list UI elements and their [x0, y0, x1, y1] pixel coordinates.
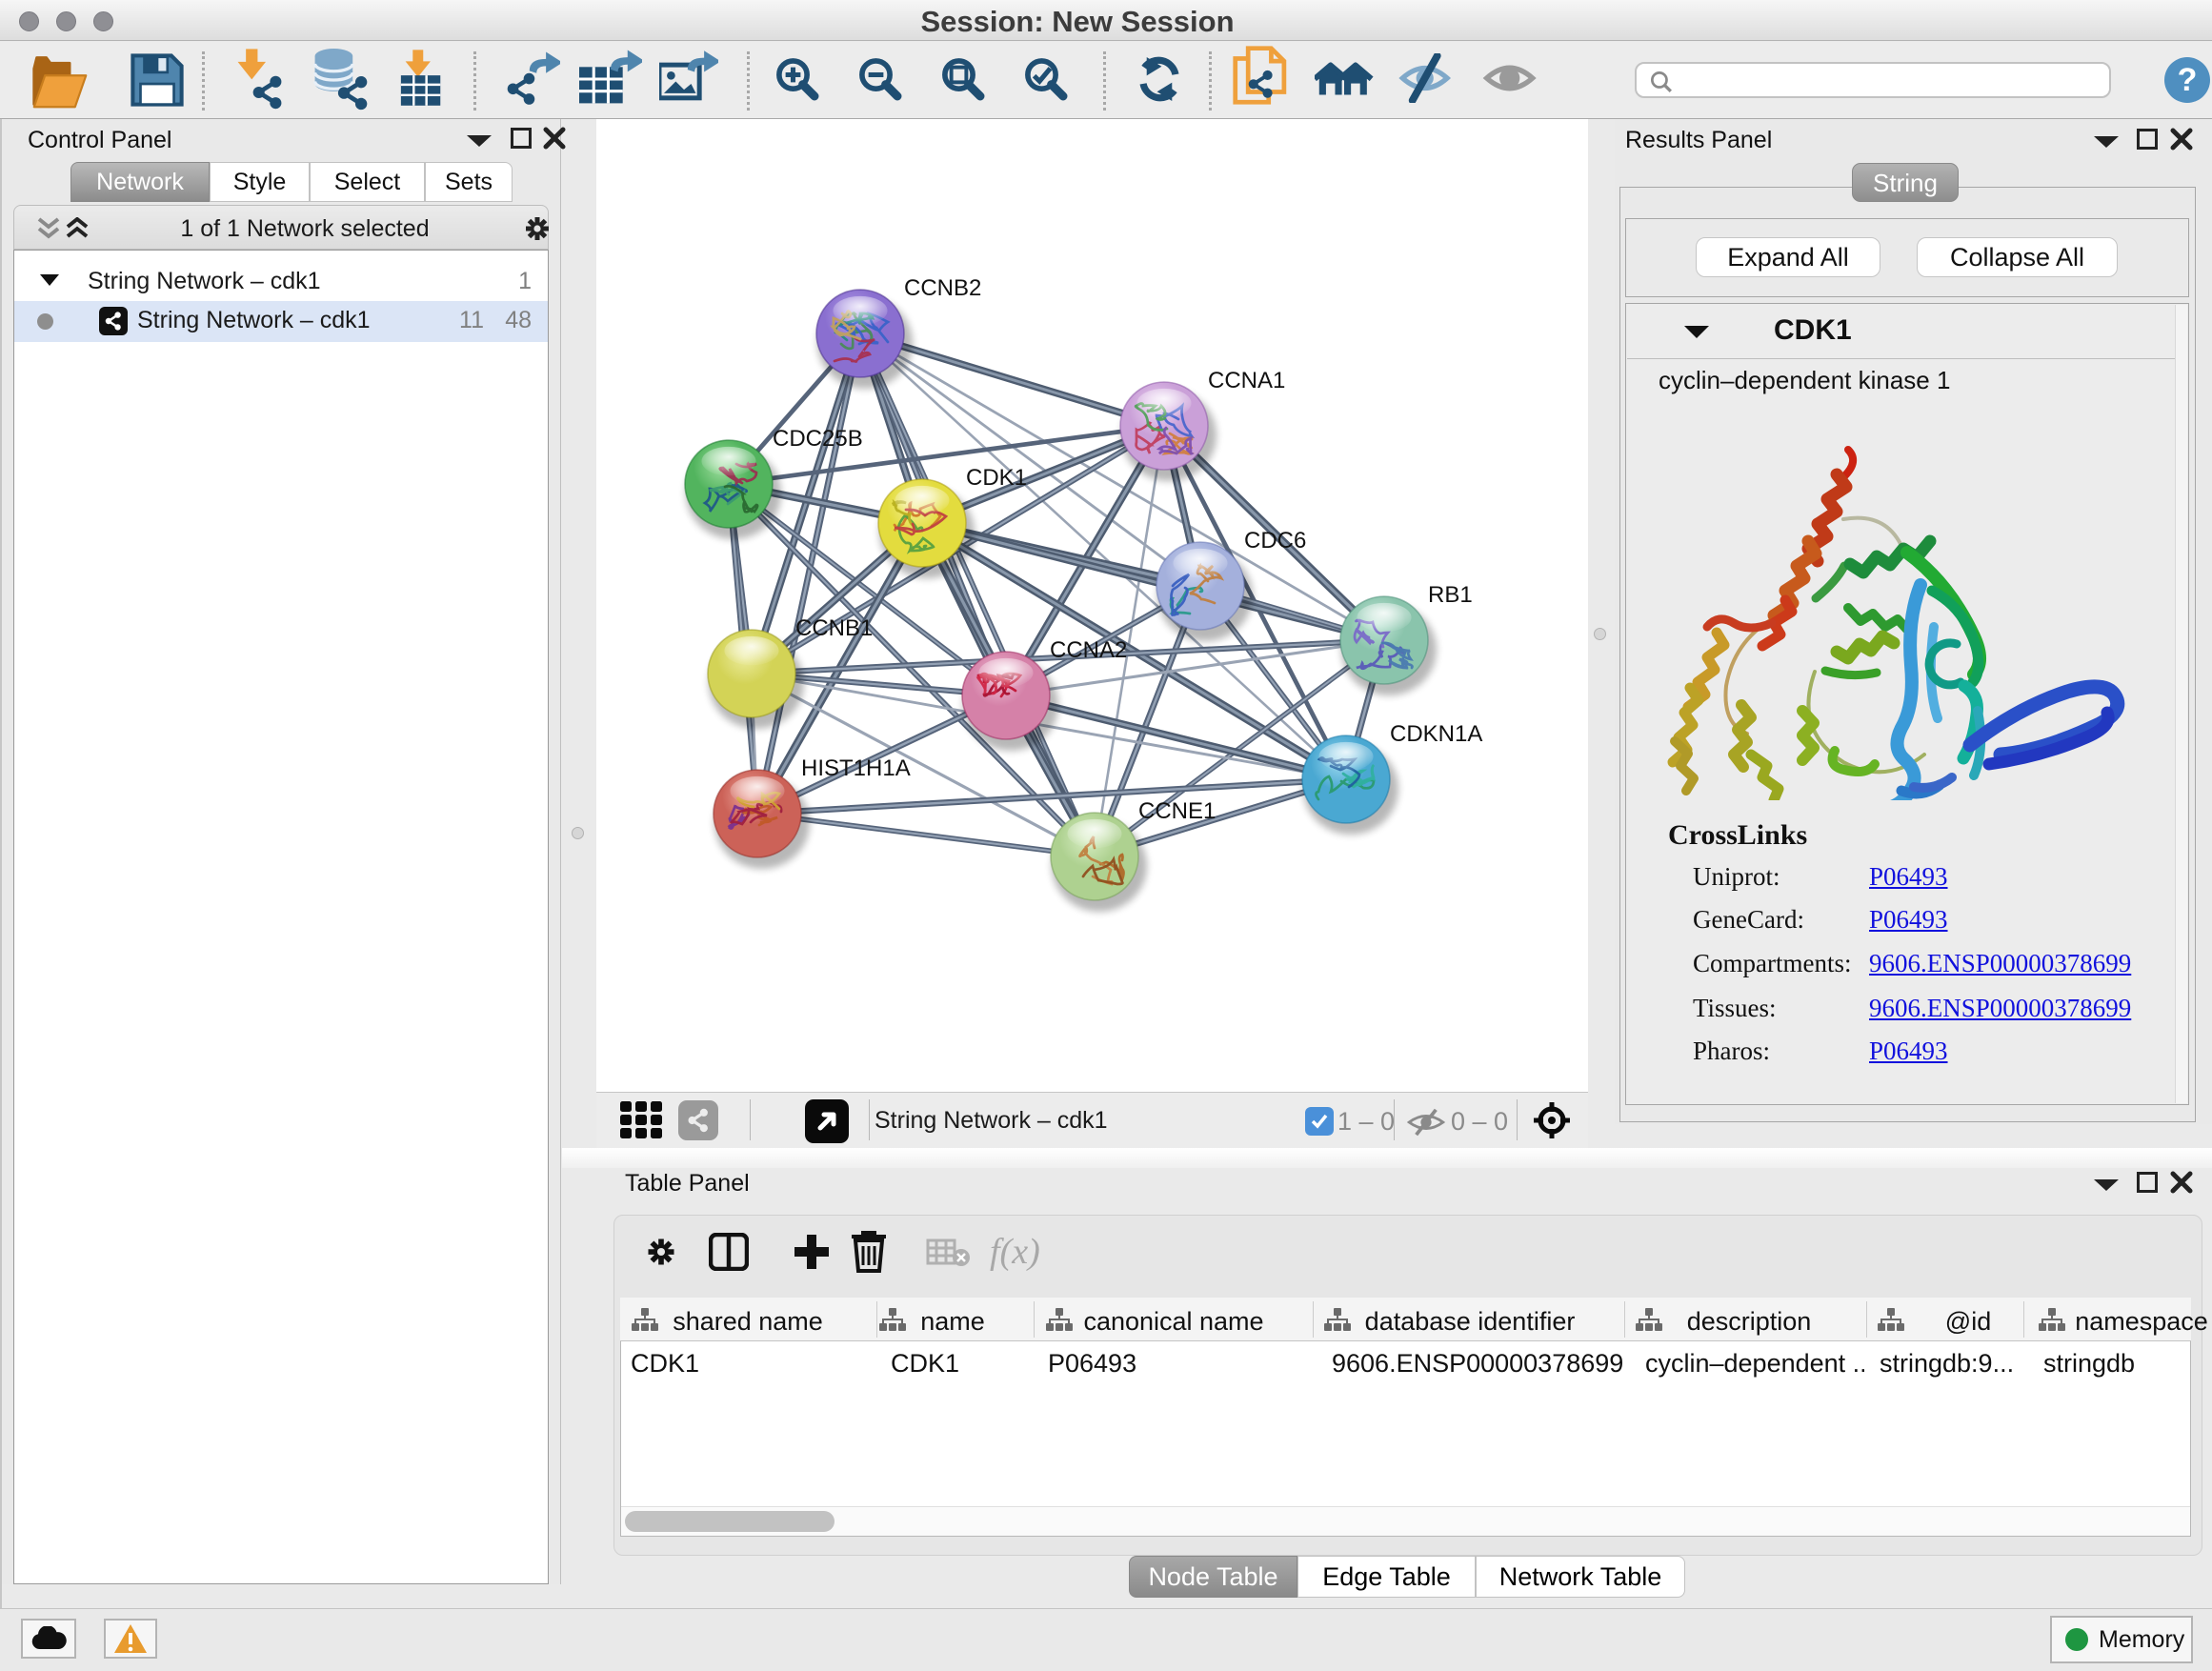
svg-text:CCNA2: CCNA2 [1050, 637, 1127, 663]
svg-text:CDK1: CDK1 [966, 465, 1027, 491]
svg-text:CCNB1: CCNB1 [795, 615, 873, 641]
svg-text:CCNA1: CCNA1 [1208, 368, 1285, 393]
svg-text:CCNB2: CCNB2 [904, 275, 981, 301]
svg-text:CCNE1: CCNE1 [1138, 798, 1216, 824]
svg-text:CDC25B: CDC25B [773, 426, 863, 452]
svg-text:RB1: RB1 [1428, 582, 1473, 608]
svg-text:HIST1H1A: HIST1H1A [801, 755, 911, 781]
svg-text:CDC6: CDC6 [1244, 528, 1306, 554]
svg-text:CDKN1A: CDKN1A [1390, 721, 1482, 747]
